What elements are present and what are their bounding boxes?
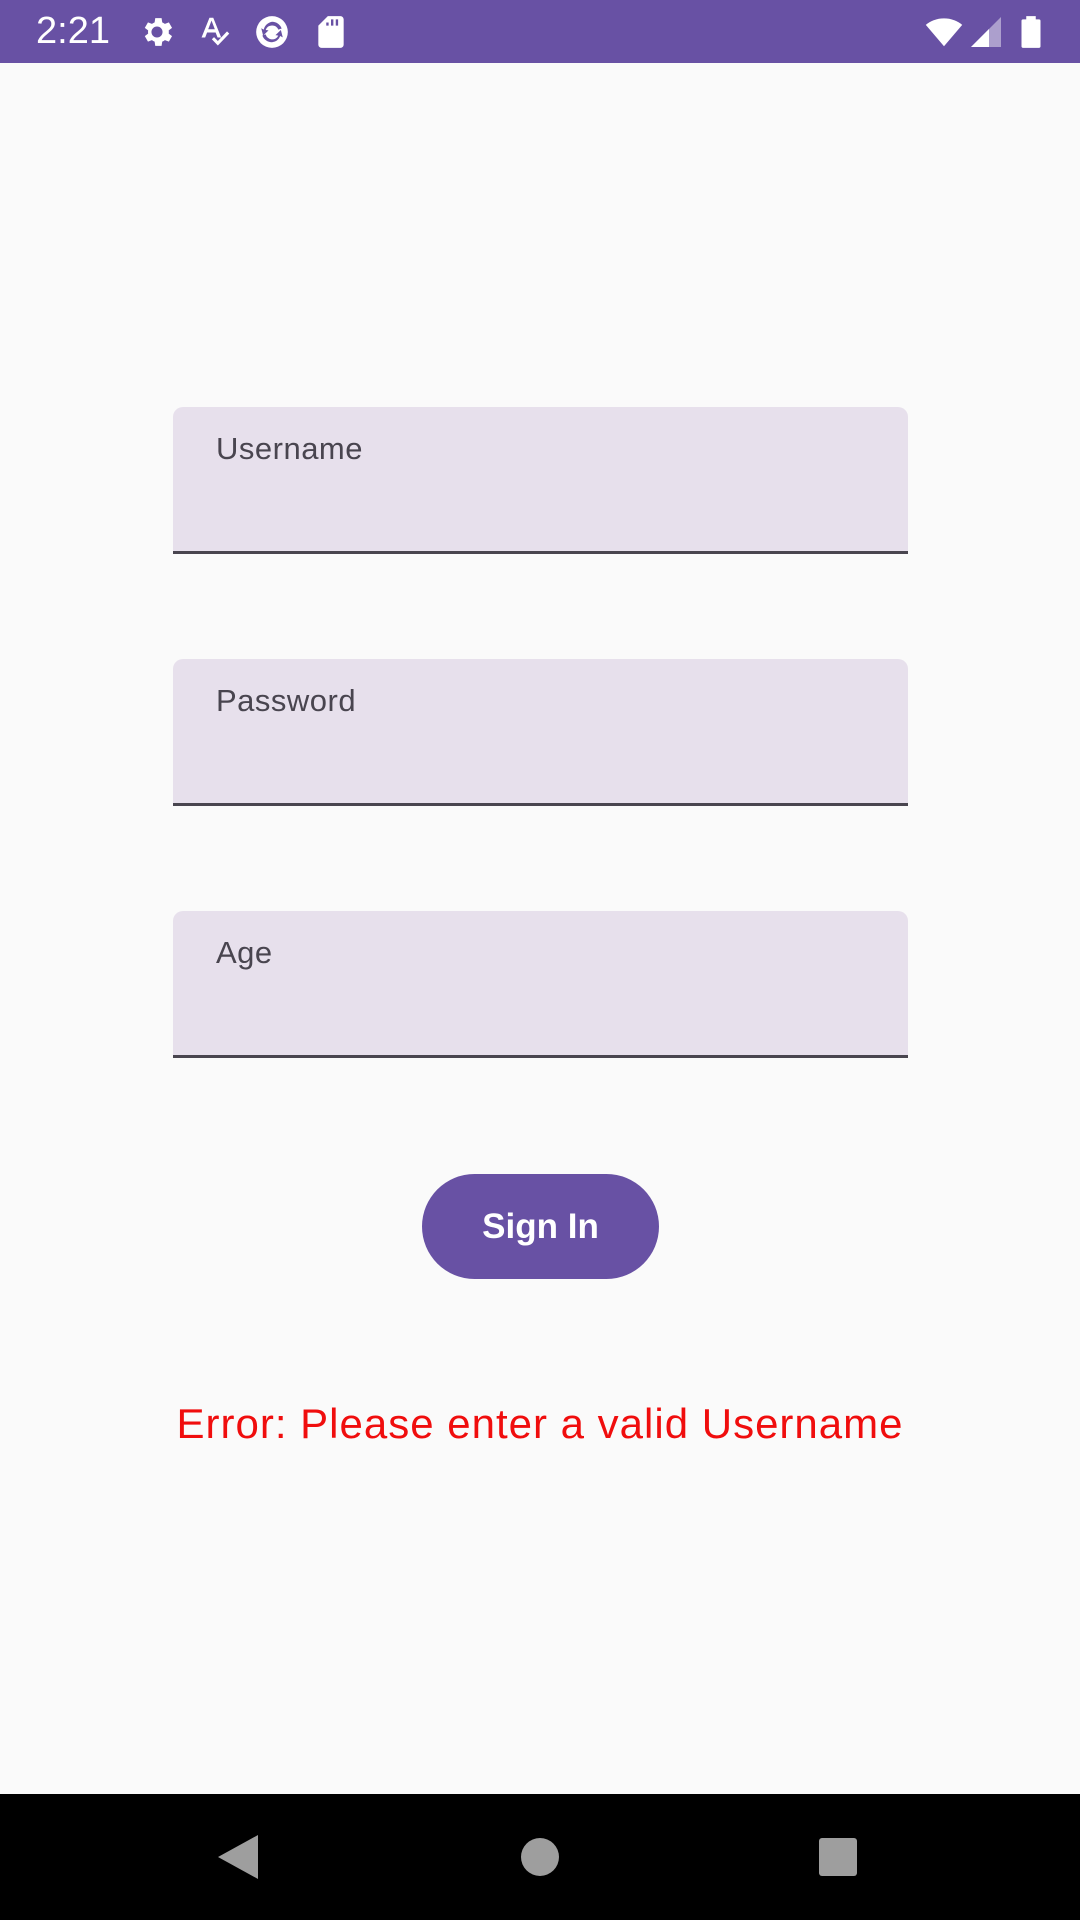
password-input[interactable] <box>216 733 888 789</box>
wifi-icon <box>922 13 966 51</box>
battery-icon <box>1012 13 1050 51</box>
sync-icon <box>253 13 291 51</box>
status-time: 2:21 <box>36 10 110 52</box>
sd-card-icon <box>312 13 350 51</box>
spellcheck-icon <box>196 13 234 51</box>
status-bar: 2:21 <box>0 0 1080 63</box>
login-screen: 2:21 Username Password Age Sign In Error… <box>0 0 1080 1920</box>
username-input[interactable] <box>216 481 888 537</box>
age-field[interactable]: Age <box>173 911 908 1058</box>
sign-in-button[interactable]: Sign In <box>422 1174 659 1279</box>
password-field[interactable]: Password <box>173 659 908 806</box>
back-icon[interactable] <box>208 1827 268 1887</box>
age-input[interactable] <box>216 985 888 1041</box>
recents-icon[interactable] <box>808 1827 868 1887</box>
error-message: Error: Please enter a valid Username <box>176 1400 904 1447</box>
age-label: Age <box>216 935 273 970</box>
username-label: Username <box>216 431 363 466</box>
password-label: Password <box>216 683 357 718</box>
username-field[interactable]: Username <box>173 407 908 554</box>
cell-signal-icon <box>968 13 1004 51</box>
home-icon[interactable] <box>510 1827 570 1887</box>
navigation-bar <box>0 1794 1080 1920</box>
gear-icon <box>138 13 176 51</box>
